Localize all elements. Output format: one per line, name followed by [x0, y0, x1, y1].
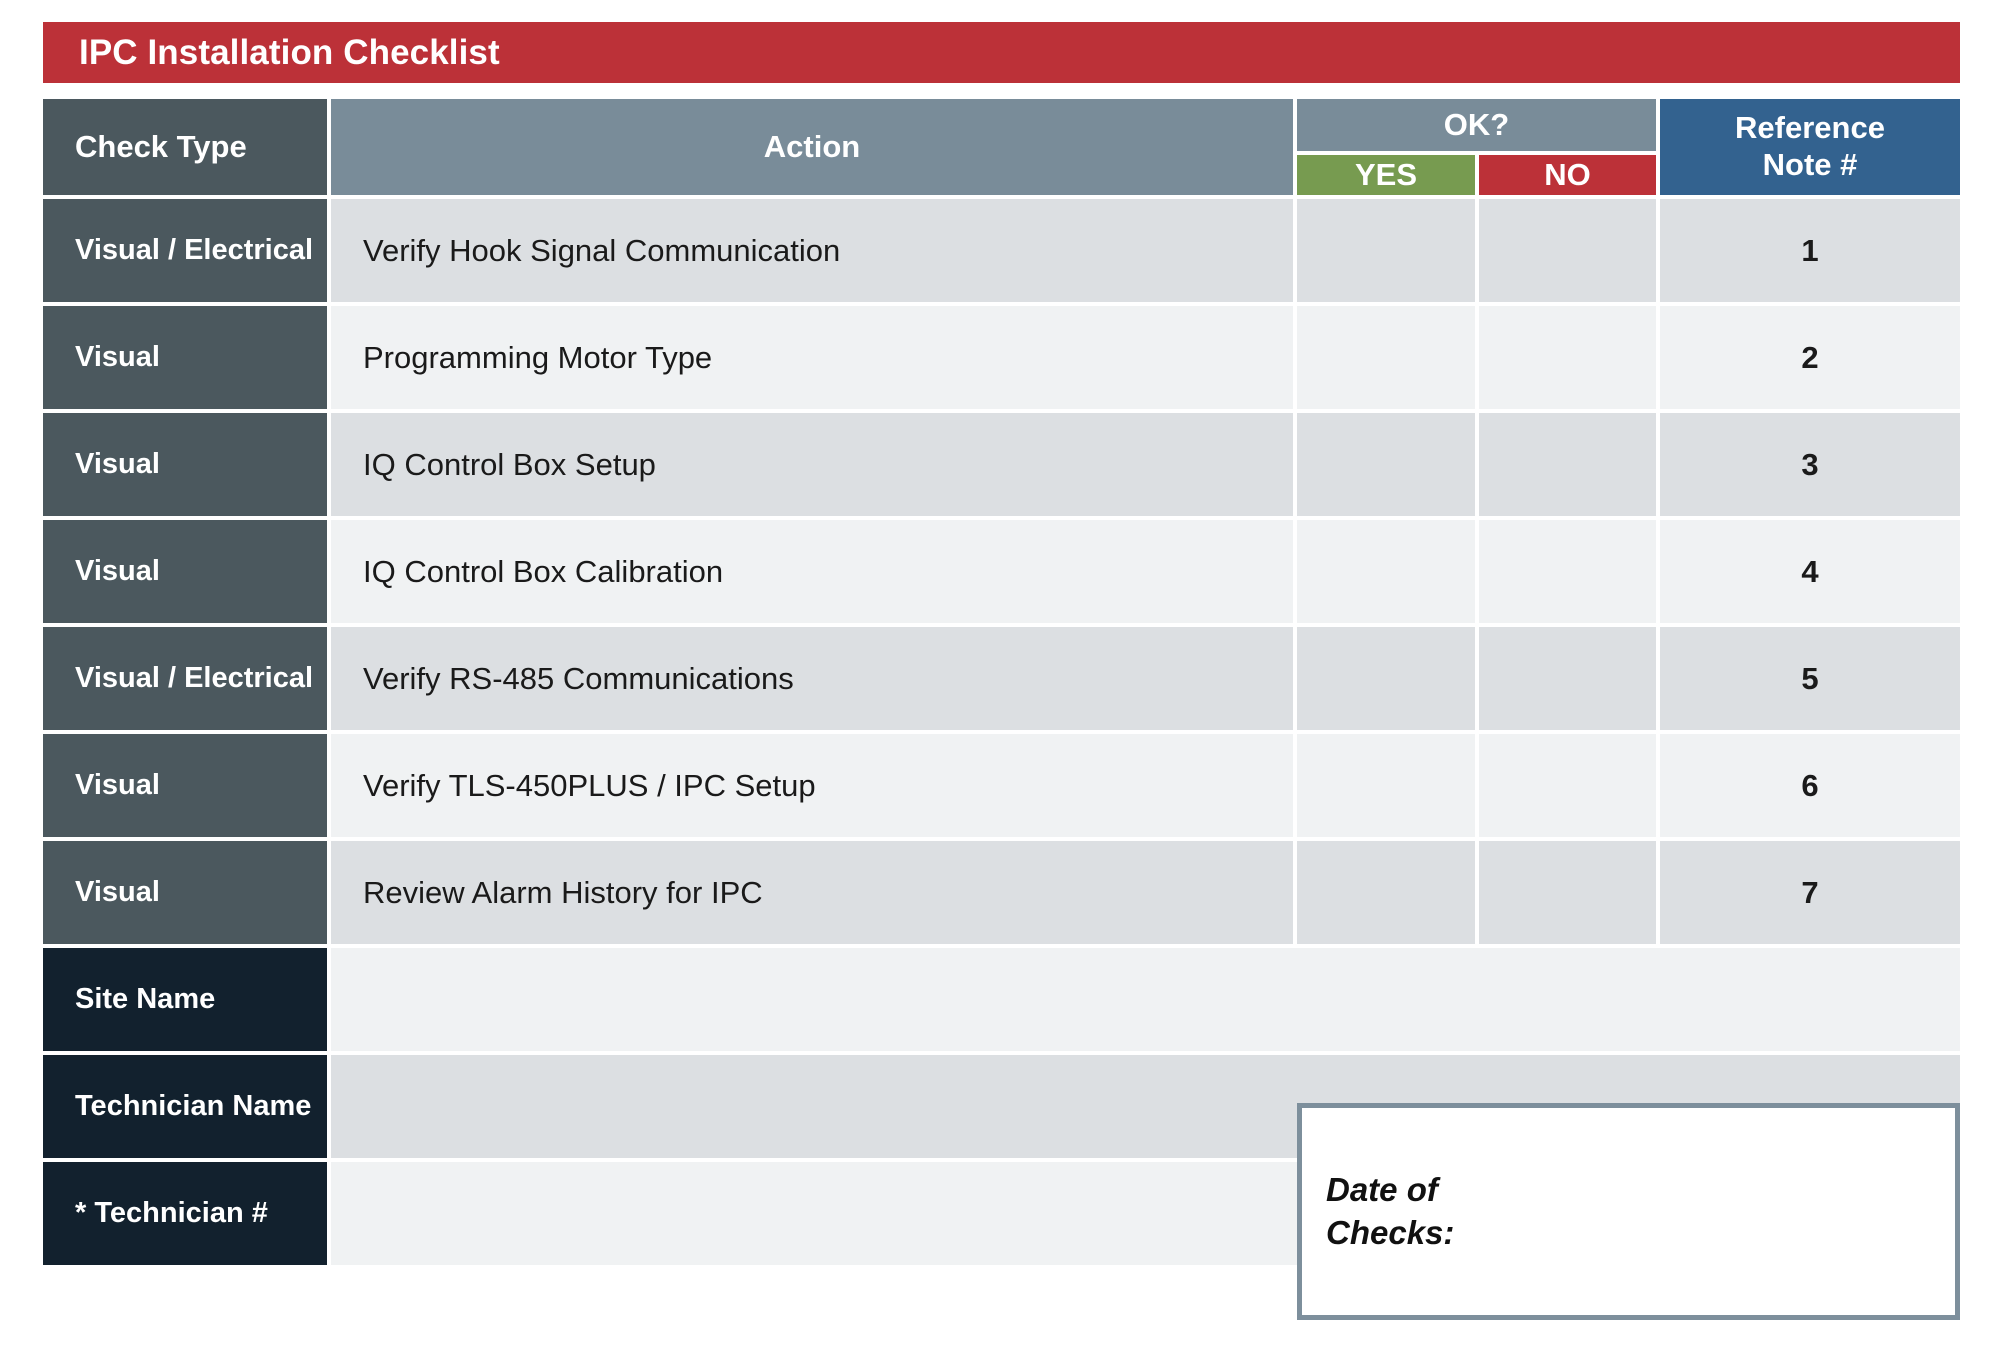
cell-ok-no[interactable] — [1479, 413, 1656, 516]
cell-action-label: Verify RS-485 Communications — [363, 660, 794, 696]
cell-ok-no[interactable] — [1479, 520, 1656, 623]
cell-ok-no[interactable] — [1479, 627, 1656, 730]
column-header-ok-yes-label: YES — [1354, 157, 1418, 192]
cell-action: Verify RS-485 Communications — [331, 627, 1293, 730]
cell-reference-note-value: 5 — [1801, 660, 1819, 696]
cell-reference-note: 1 — [1660, 199, 1960, 302]
cell-action: Review Alarm History for IPC — [331, 841, 1293, 944]
table-row: Visual / Electrical — [43, 199, 327, 302]
column-header-check-type: Check Type — [43, 99, 327, 195]
table-row: Visual — [43, 734, 327, 837]
cell-action: IQ Control Box Calibration — [331, 520, 1293, 623]
cell-check-type: Visual — [75, 876, 160, 908]
cell-ok-yes[interactable] — [1297, 413, 1475, 516]
cell-reference-note: 5 — [1660, 627, 1960, 730]
cell-check-type: Visual / Electrical — [75, 234, 314, 266]
column-header-reference-line-2: Note # — [1762, 147, 1858, 182]
cell-check-type: Visual — [75, 448, 160, 480]
cell-ok-yes[interactable] — [1297, 199, 1475, 302]
cell-reference-note-value: 3 — [1801, 446, 1819, 482]
column-header-ok-group-label: OK? — [1443, 107, 1510, 142]
cell-reference-note-value: 2 — [1801, 339, 1819, 375]
field-input-site-name[interactable] — [331, 948, 1960, 1051]
table-row: Visual — [43, 841, 327, 944]
cell-reference-note: 2 — [1660, 306, 1960, 409]
field-label-technician-name-text: Technician Name — [75, 1090, 312, 1122]
cell-reference-note: 6 — [1660, 734, 1960, 837]
cell-action-label: Programming Motor Type — [363, 339, 713, 375]
cell-reference-note: 7 — [1660, 841, 1960, 944]
cell-action: Verify Hook Signal Communication — [331, 199, 1293, 302]
cell-reference-note-value: 1 — [1801, 232, 1819, 268]
cell-reference-note-value: 4 — [1801, 553, 1819, 589]
column-header-ok-no-label: NO — [1544, 157, 1591, 192]
cell-ok-yes[interactable] — [1297, 841, 1475, 944]
cell-ok-yes[interactable] — [1297, 734, 1475, 837]
cell-action: Verify TLS-450PLUS / IPC Setup — [331, 734, 1293, 837]
cell-reference-note-value: 6 — [1801, 767, 1819, 803]
field-label-technician-name: Technician Name — [43, 1055, 327, 1158]
cell-action: IQ Control Box Setup — [331, 413, 1293, 516]
cell-action-label: IQ Control Box Calibration — [363, 553, 724, 589]
cell-reference-note: 4 — [1660, 520, 1960, 623]
cell-ok-yes[interactable] — [1297, 627, 1475, 730]
cell-reference-note: 3 — [1660, 413, 1960, 516]
page-title: IPC Installation Checklist — [79, 33, 500, 72]
column-header-ok-group: OK? — [1297, 99, 1656, 151]
cell-ok-no[interactable] — [1479, 199, 1656, 302]
cell-action-label: Verify Hook Signal Communication — [363, 232, 841, 268]
cell-ok-no[interactable] — [1479, 306, 1656, 409]
checklist-sheet: IPC Installation Checklist Check Type Ac… — [0, 0, 2006, 1348]
cell-ok-no[interactable] — [1479, 841, 1656, 944]
cell-check-type: Visual / Electrical — [75, 662, 314, 694]
cell-ok-yes[interactable] — [1297, 520, 1475, 623]
cell-check-type: Visual — [75, 555, 160, 587]
document-title-bar: IPC Installation Checklist — [43, 22, 1960, 83]
cell-check-type: Visual — [75, 769, 160, 801]
column-header-ok-yes: YES — [1297, 155, 1475, 195]
field-label-technician-number-text: * Technician # — [75, 1197, 268, 1229]
column-header-check-type-label: Check Type — [75, 129, 247, 164]
cell-action-label: Review Alarm History for IPC — [363, 874, 763, 910]
column-header-reference-note: Reference Note # — [1660, 99, 1960, 195]
table-row: Visual — [43, 306, 327, 409]
table-row: Visual / Electrical — [43, 627, 327, 730]
date-of-checks-box[interactable]: Date of Checks: — [1297, 1103, 1960, 1320]
table-row: Visual — [43, 413, 327, 516]
cell-check-type: Visual — [75, 341, 160, 373]
field-label-technician-number: * Technician # — [43, 1162, 327, 1265]
column-header-action: Action — [331, 99, 1293, 195]
field-label-site-name-text: Site Name — [75, 983, 216, 1015]
cell-reference-note-value: 7 — [1801, 874, 1819, 910]
cell-action-label: Verify TLS-450PLUS / IPC Setup — [363, 767, 816, 803]
cell-action: Programming Motor Type — [331, 306, 1293, 409]
cell-action-label: IQ Control Box Setup — [363, 446, 656, 482]
column-header-ok-no: NO — [1479, 155, 1656, 195]
table-row: Visual — [43, 520, 327, 623]
column-header-reference-line-1: Reference — [1735, 110, 1885, 146]
cell-ok-no[interactable] — [1479, 734, 1656, 837]
field-label-site-name: Site Name — [43, 948, 327, 1051]
cell-ok-yes[interactable] — [1297, 306, 1475, 409]
column-header-action-label: Action — [763, 129, 861, 164]
date-of-checks-label: Date of Checks: — [1326, 1171, 1455, 1251]
